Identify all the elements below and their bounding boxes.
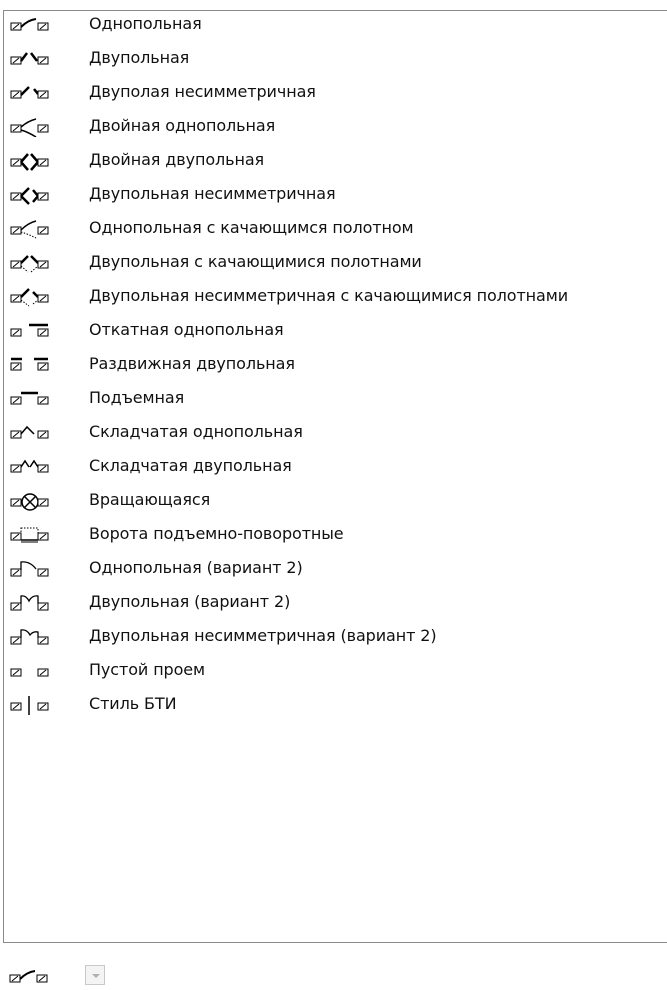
list-item[interactable]: Однопольная (вариант 2) bbox=[4, 555, 664, 579]
door-double-single-icon bbox=[10, 118, 49, 137]
door-double-swing-icon bbox=[10, 255, 49, 273]
list-item-label: Однопольная bbox=[89, 14, 202, 33]
list-item[interactable]: Однопольная bbox=[4, 11, 664, 35]
list-item-label: Складчатая однопольная bbox=[89, 422, 303, 441]
list-item-label: Двупольная несимметричная bbox=[89, 184, 336, 203]
empty-opening-icon bbox=[10, 668, 49, 677]
list-item-label: Однопольная (вариант 2) bbox=[89, 558, 303, 577]
list-item-label: Двупольная несимметричная с качающимися … bbox=[89, 286, 569, 305]
door-single-swing-icon bbox=[10, 220, 49, 239]
list-item[interactable]: Двойная двупольная bbox=[4, 147, 664, 171]
door-sliding-single-icon bbox=[10, 323, 49, 337]
list-item[interactable]: Стиль БТИ bbox=[4, 691, 664, 715]
list-item-label: Двупольная с качающимися полотнами bbox=[89, 252, 422, 271]
list-item-label: Подъемная bbox=[89, 388, 185, 407]
list-item-label: Двойная однопольная bbox=[89, 116, 276, 135]
door-double-v2-icon bbox=[10, 595, 49, 611]
door-single-icon bbox=[9, 970, 48, 983]
door-revolving-icon bbox=[10, 493, 49, 511]
list-item[interactable]: Однопольная с качающимся полотном bbox=[4, 215, 664, 239]
door-double-icon bbox=[10, 52, 49, 65]
chevron-down-icon bbox=[92, 974, 100, 978]
list-item[interactable]: Двупольная несимметричная (вариант 2) bbox=[4, 623, 664, 647]
door-double-asymmetric-icon bbox=[10, 86, 49, 99]
list-item[interactable]: Двупольная несимметричная bbox=[4, 181, 664, 205]
door-style-list: Однопольная Двупольная Двуполая несиммет… bbox=[3, 10, 667, 943]
list-item-label: Двупольная (вариант 2) bbox=[89, 592, 291, 611]
list-item-label: Пустой проем bbox=[89, 660, 206, 679]
door-sliding-double-icon bbox=[10, 357, 49, 371]
list-item[interactable]: Двуполая несимметричная bbox=[4, 79, 664, 103]
door-folding-double-icon bbox=[10, 459, 49, 473]
door-lifting-icon bbox=[10, 391, 49, 405]
list-item[interactable]: Пустой проем bbox=[4, 657, 664, 681]
door-double-double-icon bbox=[10, 153, 49, 171]
door-single-v2-icon bbox=[10, 561, 49, 577]
door-double-asymmetric-swing-icon bbox=[10, 288, 49, 307]
list-item[interactable]: Двупольная несимметричная с качающимися … bbox=[4, 283, 664, 307]
list-item[interactable]: Двупольная с качающимися полотнами bbox=[4, 249, 664, 273]
list-item-label: Складчатая двупольная bbox=[89, 456, 292, 475]
list-item[interactable]: Откатная однопольная bbox=[4, 317, 664, 341]
list-item[interactable]: Двупольная (вариант 2) bbox=[4, 589, 664, 613]
list-item[interactable]: Складчатая двупольная bbox=[4, 453, 664, 477]
list-item[interactable]: Двойная однопольная bbox=[4, 113, 664, 137]
list-item[interactable]: Вращающаяся bbox=[4, 487, 664, 511]
door-folding-single-icon bbox=[10, 425, 49, 439]
door-double-asymmetric-2-icon bbox=[10, 187, 49, 205]
list-item-label: Двупольная bbox=[89, 48, 190, 67]
list-item[interactable]: Раздвижная двупольная bbox=[4, 351, 664, 375]
list-item-label: Вращающаяся bbox=[89, 490, 211, 509]
bti-style-icon bbox=[10, 696, 49, 715]
list-item-label: Двуполая несимметричная bbox=[89, 82, 316, 101]
list-item[interactable]: Ворота подъемно-поворотные bbox=[4, 521, 664, 545]
style-selector-combobox[interactable] bbox=[3, 943, 667, 990]
list-item[interactable]: Подъемная bbox=[4, 385, 664, 409]
list-item-label: Откатная однопольная bbox=[89, 320, 284, 339]
list-item-label: Раздвижная двупольная bbox=[89, 354, 295, 373]
gate-lift-swing-icon bbox=[10, 527, 49, 543]
dropdown-button[interactable] bbox=[85, 965, 105, 985]
door-double-asymmetric-v2-icon bbox=[10, 629, 49, 645]
list-item-label: Двупольная несимметричная (вариант 2) bbox=[89, 626, 437, 645]
list-item-label: Двойная двупольная bbox=[89, 150, 265, 169]
list-item[interactable]: Складчатая однопольная bbox=[4, 419, 664, 443]
list-item-label: Однопольная с качающимся полотном bbox=[89, 218, 414, 237]
list-item-label: Стиль БТИ bbox=[89, 694, 177, 713]
list-item-label: Ворота подъемно-поворотные bbox=[89, 524, 344, 543]
door-single-icon bbox=[10, 18, 49, 31]
list-item[interactable]: Двупольная bbox=[4, 45, 664, 69]
